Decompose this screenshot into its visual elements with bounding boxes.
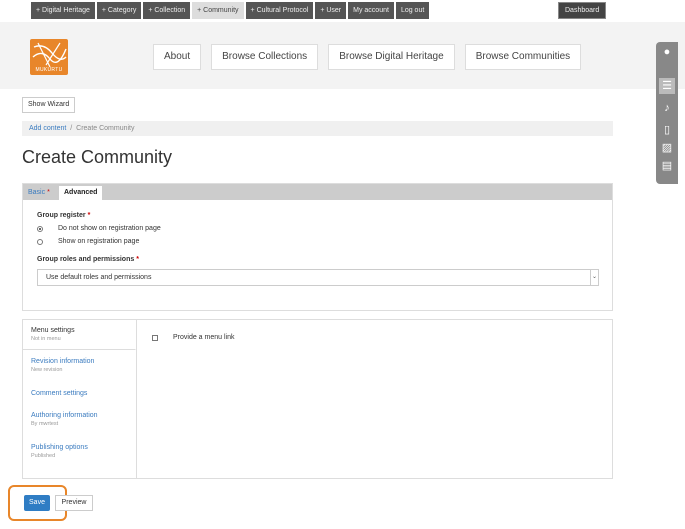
nav-browse-digital-heritage[interactable]: Browse Digital Heritage <box>328 44 455 70</box>
microphone-icon[interactable]: ♪ <box>659 100 675 116</box>
group-register-label: Group register * <box>37 212 91 219</box>
form-tab-bar: Basic * Advanced <box>23 184 612 200</box>
admin-toolbar: + Digital Heritage + Category + Collecti… <box>0 0 685 22</box>
group-roles-select[interactable]: Use default roles and permissions ⌄ <box>37 269 599 286</box>
menu-link-option[interactable]: Provide a menu link <box>152 334 234 341</box>
main-nav: About Browse Collections Browse Digital … <box>153 44 582 70</box>
side-toolbar: ● ☰ ♪ ▯ ▨ ▤ <box>656 42 678 184</box>
dashboard-button[interactable]: Dashboard <box>558 2 607 19</box>
vtab-title: Publishing options <box>31 444 88 451</box>
image-icon[interactable]: ▨ <box>659 140 675 156</box>
nav-about[interactable]: About <box>153 44 202 70</box>
vtab-title: Revision information <box>31 358 95 365</box>
group-roles-label: Group roles and permissions * <box>37 256 139 263</box>
breadcrumb-current: Create Community <box>76 125 135 132</box>
admin-add-category[interactable]: + Category <box>96 2 142 19</box>
save-button[interactable]: Save <box>24 495 50 511</box>
page-title: Create Community <box>22 147 173 167</box>
preview-button[interactable]: Preview <box>55 495 93 511</box>
form-tabs-panel: Basic * Advanced Group register * Do not… <box>22 183 613 311</box>
show-wizard-button[interactable]: Show Wizard <box>22 97 76 113</box>
radio-button[interactable] <box>37 238 43 245</box>
chevron-down-icon: ⌄ <box>590 270 598 285</box>
breadcrumb: Add content / Create Community <box>22 121 613 136</box>
radio-label: Do not show on registration page <box>58 225 161 232</box>
logo-text: MUKURTU <box>35 67 63 73</box>
admin-add-community[interactable]: + Community <box>192 2 244 19</box>
tab-advanced[interactable]: Advanced <box>59 186 103 200</box>
admin-add-user[interactable]: + User <box>315 2 347 19</box>
admin-add-digital-heritage[interactable]: + Digital Heritage <box>31 2 95 19</box>
breadcrumb-add-content[interactable]: Add content <box>29 125 66 132</box>
vtab-summary: New revision <box>31 367 63 373</box>
radio-button-selected[interactable] <box>37 225 43 232</box>
vertical-tabs-panel: Menu settings Not in menu Revision infor… <box>22 319 613 479</box>
radio-do-not-show[interactable]: Do not show on registration page <box>37 225 161 232</box>
site-header: MUKURTU About Browse Collections Browse … <box>0 22 685 89</box>
vtab-publishing-options[interactable]: Publishing options Published <box>23 444 136 459</box>
vtab-authoring-information[interactable]: Authoring information By mwrtest <box>23 412 136 427</box>
menu-link-checkbox[interactable] <box>152 334 158 341</box>
vtab-title: Authoring information <box>31 412 98 419</box>
breadcrumb-separator: / <box>70 125 73 132</box>
nav-browse-communities[interactable]: Browse Communities <box>464 44 582 70</box>
required-marker: * <box>47 189 50 196</box>
document-icon[interactable]: ▯ <box>659 122 675 138</box>
admin-menu: + Digital Heritage + Category + Collecti… <box>31 2 430 19</box>
vertical-tab-pane: Provide a menu link <box>136 320 612 478</box>
radio-show[interactable]: Show on registration page <box>37 238 139 245</box>
vtab-revision-information[interactable]: Revision information New revision <box>23 358 136 373</box>
admin-log-out[interactable]: Log out <box>395 2 430 19</box>
vtab-menu-settings[interactable]: Menu settings Not in menu <box>23 320 136 350</box>
nav-browse-collections[interactable]: Browse Collections <box>211 44 319 70</box>
vtab-title: Menu settings <box>31 327 75 334</box>
vtab-summary: Not in menu <box>31 336 61 342</box>
site-logo[interactable]: MUKURTU <box>30 39 68 75</box>
admin-add-cultural-protocol[interactable]: + Cultural Protocol <box>245 2 314 19</box>
vtab-title: Comment settings <box>31 390 88 397</box>
video-icon[interactable]: ▤ <box>659 158 675 174</box>
admin-add-collection[interactable]: + Collection <box>143 2 191 19</box>
close-icon[interactable]: ● <box>659 44 675 60</box>
vtab-summary: Published <box>31 453 56 459</box>
vertical-tabs-list: Menu settings Not in menu Revision infor… <box>23 320 136 478</box>
tab-basic[interactable]: Basic * <box>23 186 55 200</box>
list-icon[interactable]: ☰ <box>659 78 675 94</box>
vtab-summary: By mwrtest <box>31 421 59 427</box>
radio-label: Show on registration page <box>58 238 140 245</box>
vtab-comment-settings[interactable]: Comment settings <box>23 390 136 397</box>
admin-my-account[interactable]: My account <box>348 2 394 19</box>
select-value: Use default roles and permissions <box>46 274 152 281</box>
menu-link-label: Provide a menu link <box>173 334 235 341</box>
